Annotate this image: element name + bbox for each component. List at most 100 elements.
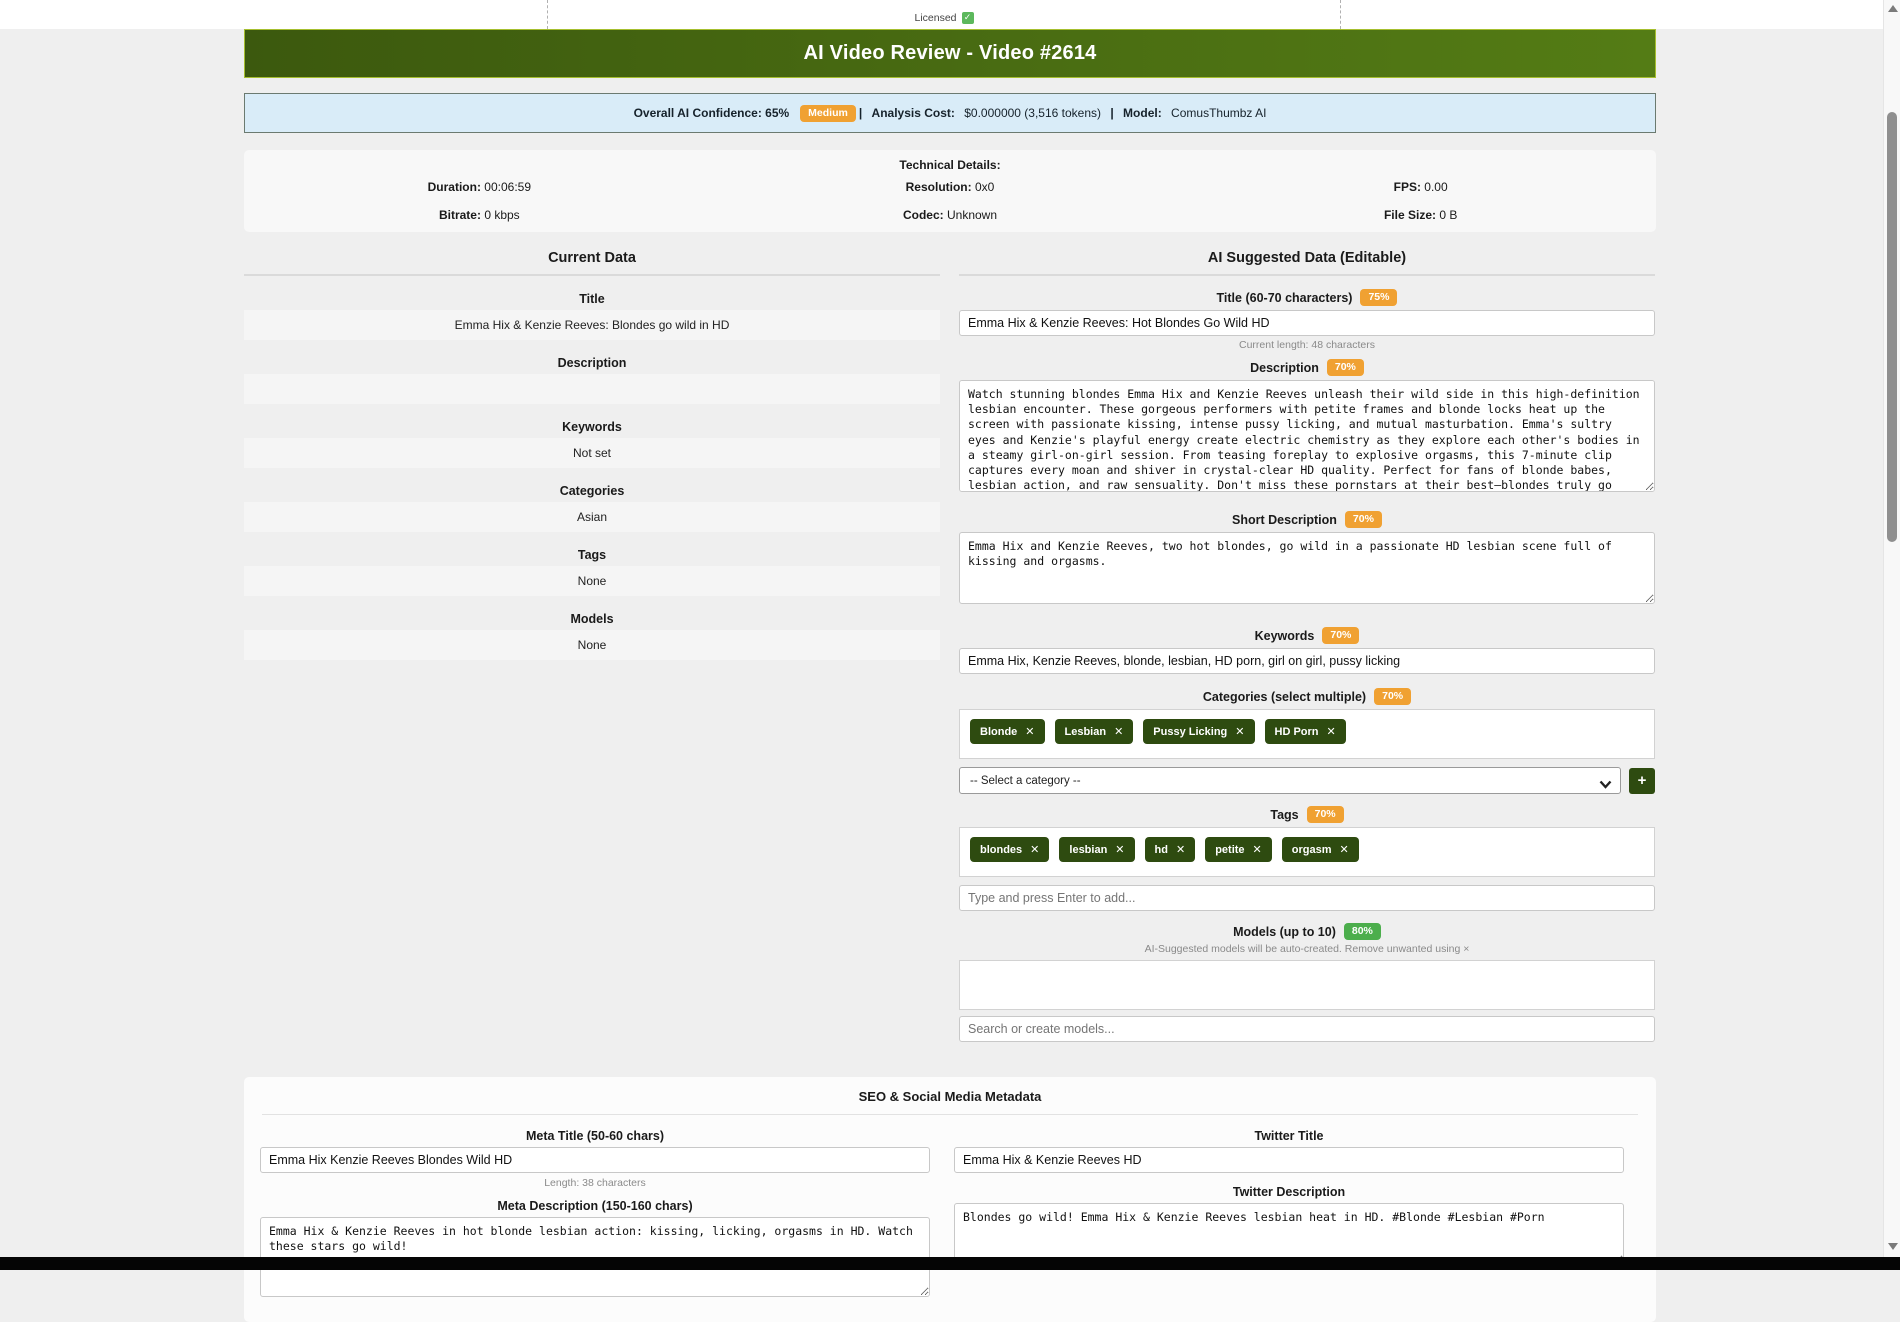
twitter-title-input[interactable]: [954, 1147, 1624, 1173]
scrollbar-thumb[interactable]: [1887, 112, 1897, 542]
category-select[interactable]: -- Select a category --: [959, 767, 1621, 794]
technical-details-card: Technical Details: Duration: 00:06:59 Re…: [244, 150, 1656, 232]
seo-left-column: Meta Title (50-60 chars) Length: 38 char…: [260, 1129, 930, 1302]
tag-chip-label: lesbian: [1069, 844, 1107, 856]
ai-title-label: Title (60-70 characters): [1217, 291, 1353, 305]
scrollbar-down-icon[interactable]: [1888, 1243, 1898, 1250]
vertical-scrollbar[interactable]: [1883, 0, 1900, 1257]
current-keywords-label: Keywords: [244, 420, 940, 434]
ai-description-textarea[interactable]: Watch stunning blondes Emma Hix and Kenz…: [959, 380, 1655, 492]
category-chip[interactable]: HD Porn ✕: [1265, 719, 1346, 744]
tech-field-codec: Codec: Unknown: [715, 208, 1186, 222]
ai-categories-label: Categories (select multiple): [1203, 690, 1366, 704]
category-chip[interactable]: Lesbian✕: [1055, 719, 1134, 744]
confidence-label: Overall AI Confidence: 65%: [634, 106, 790, 120]
models-chips-box: [959, 960, 1655, 1010]
meta-title-label: Meta Title (50-60 chars): [260, 1129, 930, 1143]
meta-title-length-note: Length: 38 characters: [260, 1177, 930, 1189]
meta-description-label: Meta Description (150-160 chars): [260, 1199, 930, 1213]
current-description-value: [244, 374, 940, 404]
scrollbar-up-icon[interactable]: [1888, 5, 1898, 12]
twitter-description-textarea[interactable]: Blondes go wild! Emma Hix & Kenzie Reeve…: [954, 1203, 1624, 1265]
meta-title-input[interactable]: [260, 1147, 930, 1173]
ai-title-label-row: Title (60-70 characters) 75%: [959, 289, 1655, 306]
add-tag-input[interactable]: [959, 885, 1655, 911]
twitter-description-label: Twitter Description: [954, 1185, 1624, 1199]
chip-remove-icon[interactable]: ✕: [1030, 843, 1039, 856]
seo-right-column: Twitter Title Twitter Description Blonde…: [954, 1129, 1624, 1302]
ai-categories-confidence-badge: 70%: [1374, 688, 1411, 705]
main-container: AI Video Review - Video #2614 Overall AI…: [244, 29, 1656, 1322]
ai-models-note: AI-Suggested models will be auto-created…: [959, 943, 1655, 955]
model-label: Model:: [1123, 106, 1162, 120]
tags-chips-box: blondes ✕ lesbian ✕ hd✕ petite✕ orgasm ✕: [959, 827, 1655, 877]
bottom-bar: [0, 1257, 1900, 1270]
tag-chip[interactable]: blondes ✕: [970, 837, 1049, 862]
category-chip-label: Blonde: [980, 726, 1017, 738]
tag-chip[interactable]: lesbian ✕: [1059, 837, 1134, 862]
category-chip-label: HD Porn: [1275, 726, 1319, 738]
chip-remove-icon[interactable]: ✕: [1115, 843, 1124, 856]
separator: |: [1110, 106, 1117, 120]
confidence-bar: Overall AI Confidence: 65% Medium | Anal…: [244, 93, 1656, 133]
current-title-label: Title: [244, 292, 940, 306]
tag-chip-label: orgasm: [1292, 844, 1332, 856]
category-chip[interactable]: Blonde ✕: [970, 719, 1045, 744]
tech-field-value: 00:06:59: [481, 180, 531, 194]
tech-field-duration: Duration: 00:06:59: [244, 180, 715, 194]
tech-field-value: 0 B: [1436, 208, 1457, 222]
chip-remove-icon[interactable]: ✕: [1025, 725, 1034, 738]
chip-remove-icon[interactable]: ✕: [1114, 725, 1123, 738]
confidence-badge: Medium: [800, 105, 856, 122]
current-title-value: Emma Hix & Kenzie Reeves: Blondes go wil…: [244, 310, 940, 340]
tag-chip[interactable]: orgasm ✕: [1282, 837, 1359, 862]
current-description-label: Description: [244, 356, 940, 370]
models-search-input[interactable]: [959, 1016, 1655, 1042]
chip-remove-icon[interactable]: ✕: [1235, 725, 1244, 738]
ai-keywords-confidence-badge: 70%: [1322, 627, 1359, 644]
page-header: AI Video Review - Video #2614: [244, 29, 1656, 78]
tech-field-fps: FPS: 0.00: [1185, 180, 1656, 194]
ai-title-input[interactable]: [959, 310, 1655, 336]
ai-description-confidence-badge: 70%: [1327, 359, 1364, 376]
ai-keywords-label: Keywords: [1255, 629, 1315, 643]
model-value: ComusThumbz AI: [1168, 106, 1267, 120]
categories-chips-box: Blonde ✕ Lesbian✕ Pussy Licking✕ HD Porn ✕: [959, 709, 1655, 759]
tech-field-filesize: File Size: 0 B: [1185, 208, 1656, 222]
current-models-value: None: [244, 630, 940, 660]
ai-keywords-input[interactable]: [959, 648, 1655, 674]
category-select-wrap: -- Select a category --: [959, 767, 1621, 794]
ai-models-label: Models (up to 10): [1233, 925, 1336, 939]
technical-details-heading: Technical Details:: [244, 158, 1656, 172]
ai-title-confidence-badge: 75%: [1360, 289, 1397, 306]
tech-field-label: Duration:: [428, 180, 481, 194]
tag-chip-label: blondes: [980, 844, 1022, 856]
tech-field-bitrate: Bitrate: 0 kbps: [244, 208, 715, 222]
analysis-cost-value: $0.000000 (3,516 tokens): [961, 106, 1104, 120]
ai-short-description-textarea[interactable]: Emma Hix and Kenzie Reeves, two hot blon…: [959, 532, 1655, 604]
tag-chip[interactable]: petite✕: [1205, 837, 1272, 862]
ai-tags-label-row: Tags 70%: [959, 806, 1655, 823]
ai-suggested-column: AI Suggested Data (Editable) Title (60-7…: [959, 250, 1655, 1042]
ai-models-confidence-badge: 80%: [1344, 923, 1381, 940]
tech-field-value: 0x0: [972, 180, 995, 194]
chip-remove-icon[interactable]: ✕: [1340, 843, 1349, 856]
chip-remove-icon[interactable]: ✕: [1327, 725, 1336, 738]
add-category-button[interactable]: +: [1629, 768, 1655, 794]
tech-field-label: FPS:: [1394, 180, 1421, 194]
category-chip[interactable]: Pussy Licking✕: [1143, 719, 1254, 744]
tech-field-label: Resolution:: [906, 180, 972, 194]
ai-title-length-note: Current length: 48 characters: [959, 339, 1655, 351]
current-keywords-value: Not set: [244, 438, 940, 468]
tech-field-resolution: Resolution: 0x0: [715, 180, 1186, 194]
ai-short-description-label: Short Description: [1232, 513, 1337, 527]
chip-remove-icon[interactable]: ✕: [1176, 843, 1185, 856]
tech-field-value: 0.00: [1421, 180, 1448, 194]
seo-columns: Meta Title (50-60 chars) Length: 38 char…: [244, 1115, 1656, 1302]
current-data-column: Current Data Title Emma Hix & Kenzie Ree…: [244, 250, 940, 1042]
tag-chip[interactable]: hd✕: [1145, 837, 1196, 862]
chip-remove-icon[interactable]: ✕: [1253, 843, 1262, 856]
ai-categories-label-row: Categories (select multiple) 70%: [959, 688, 1655, 705]
ai-keywords-label-row: Keywords 70%: [959, 627, 1655, 644]
current-categories-value: Asian: [244, 502, 940, 532]
